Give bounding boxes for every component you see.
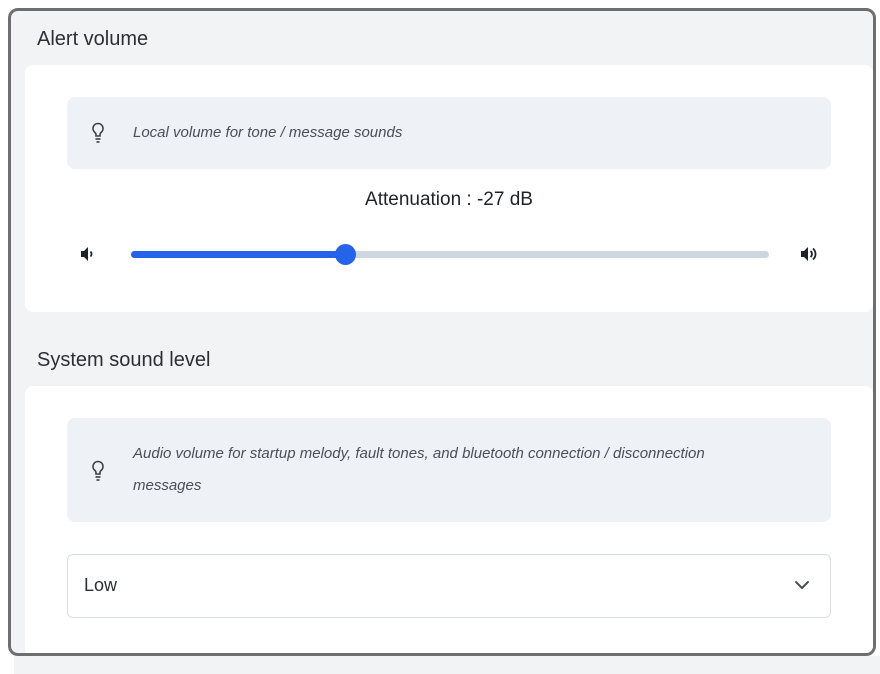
system-sound-title: System sound level — [37, 349, 211, 371]
alert-volume-title: Alert volume — [37, 28, 149, 50]
page-background-strip — [14, 656, 880, 674]
system-sound-hint-text: Audio volume for startup melody, fault t… — [133, 445, 705, 494]
slider-thumb[interactable] — [335, 244, 356, 265]
volume-high-icon[interactable] — [799, 244, 819, 264]
attenuation-label: Attenuation : -27 dB — [365, 189, 533, 210]
lightbulb-icon — [92, 460, 104, 481]
volume-low-icon[interactable] — [78, 244, 98, 264]
system-sound-select[interactable]: Low — [67, 554, 831, 618]
alert-volume-hint: Local volume for tone / message sounds — [67, 97, 831, 169]
chevron-down-icon[interactable] — [794, 579, 810, 591]
alert-volume-card: Local volume for tone / message sounds A… — [25, 65, 873, 312]
system-sound-card: Audio volume for startup melody, fault t… — [25, 386, 873, 653]
settings-panel: Alert volume Local volume for tone / mes… — [8, 8, 876, 656]
alert-volume-slider[interactable] — [131, 244, 769, 265]
alert-volume-hint-text: Local volume for tone / message sounds — [133, 124, 403, 141]
slider-fill — [131, 251, 345, 258]
select-value: Low — [84, 575, 118, 595]
system-sound-hint: Audio volume for startup melody, fault t… — [67, 418, 831, 522]
lightbulb-icon — [92, 122, 104, 143]
